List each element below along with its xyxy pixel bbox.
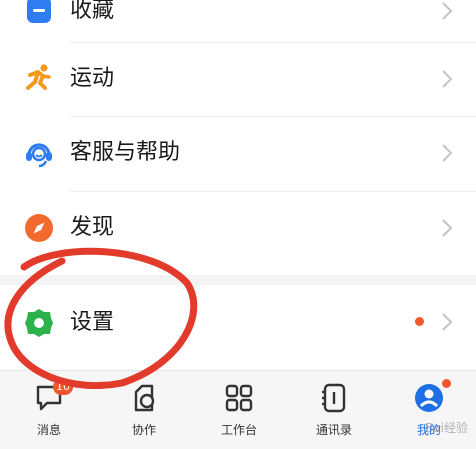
headset-icon xyxy=(26,143,52,168)
menu-item-discover[interactable]: 发现 xyxy=(0,192,476,275)
menu-item-customer-service[interactable]: 客服与帮助 xyxy=(0,117,476,191)
profile-icon xyxy=(415,384,443,412)
menu-item-settings[interactable]: 设置 xyxy=(0,285,476,370)
menu-item-label: 发现 xyxy=(70,215,115,240)
settings-menu: 收藏 运动 客服与帮助 发现 设置 xyxy=(0,0,476,370)
chevron-right-icon xyxy=(442,70,453,88)
tab-label: 工作台 xyxy=(220,423,257,437)
tab-label: 通讯录 xyxy=(315,423,352,437)
menu-item-favorites[interactable]: 收藏 xyxy=(0,0,476,32)
menu-item-label: 设置 xyxy=(70,310,115,335)
workbench-icon xyxy=(225,384,253,412)
chevron-right-icon xyxy=(442,2,453,20)
section-separator xyxy=(0,275,476,285)
notification-dot xyxy=(415,317,424,326)
notification-dot xyxy=(442,379,451,388)
tab-messages[interactable]: 10 消息 xyxy=(9,371,89,449)
chevron-right-icon xyxy=(442,313,453,331)
tab-label: 消息 xyxy=(36,423,61,437)
chevron-right-icon xyxy=(442,144,453,162)
tab-contacts[interactable]: 通讯录 xyxy=(294,371,374,449)
collaboration-icon xyxy=(134,384,155,412)
tab-collaboration[interactable]: 协作 xyxy=(104,371,184,449)
menu-item-label: 运动 xyxy=(70,66,115,91)
chevron-right-icon xyxy=(442,219,453,237)
unread-badge: 10 xyxy=(53,379,73,395)
tab-label: 协作 xyxy=(131,423,156,437)
tab-workbench[interactable]: 工作台 xyxy=(199,371,279,449)
compass-icon xyxy=(25,214,53,242)
menu-item-label: 客服与帮助 xyxy=(70,140,181,165)
gear-icon xyxy=(25,309,53,337)
menu-item-label: 收藏 xyxy=(70,0,115,23)
bookmark-icon xyxy=(27,0,51,23)
running-icon xyxy=(26,64,51,90)
watermark: Bai经验 xyxy=(425,421,468,435)
bottom-tab-bar: 10 消息 协作 工作台 通讯录 我的 xyxy=(0,370,476,449)
contacts-icon xyxy=(322,383,346,413)
menu-item-sports[interactable]: 运动 xyxy=(0,43,476,116)
tab-me[interactable]: 我的 xyxy=(389,371,469,449)
